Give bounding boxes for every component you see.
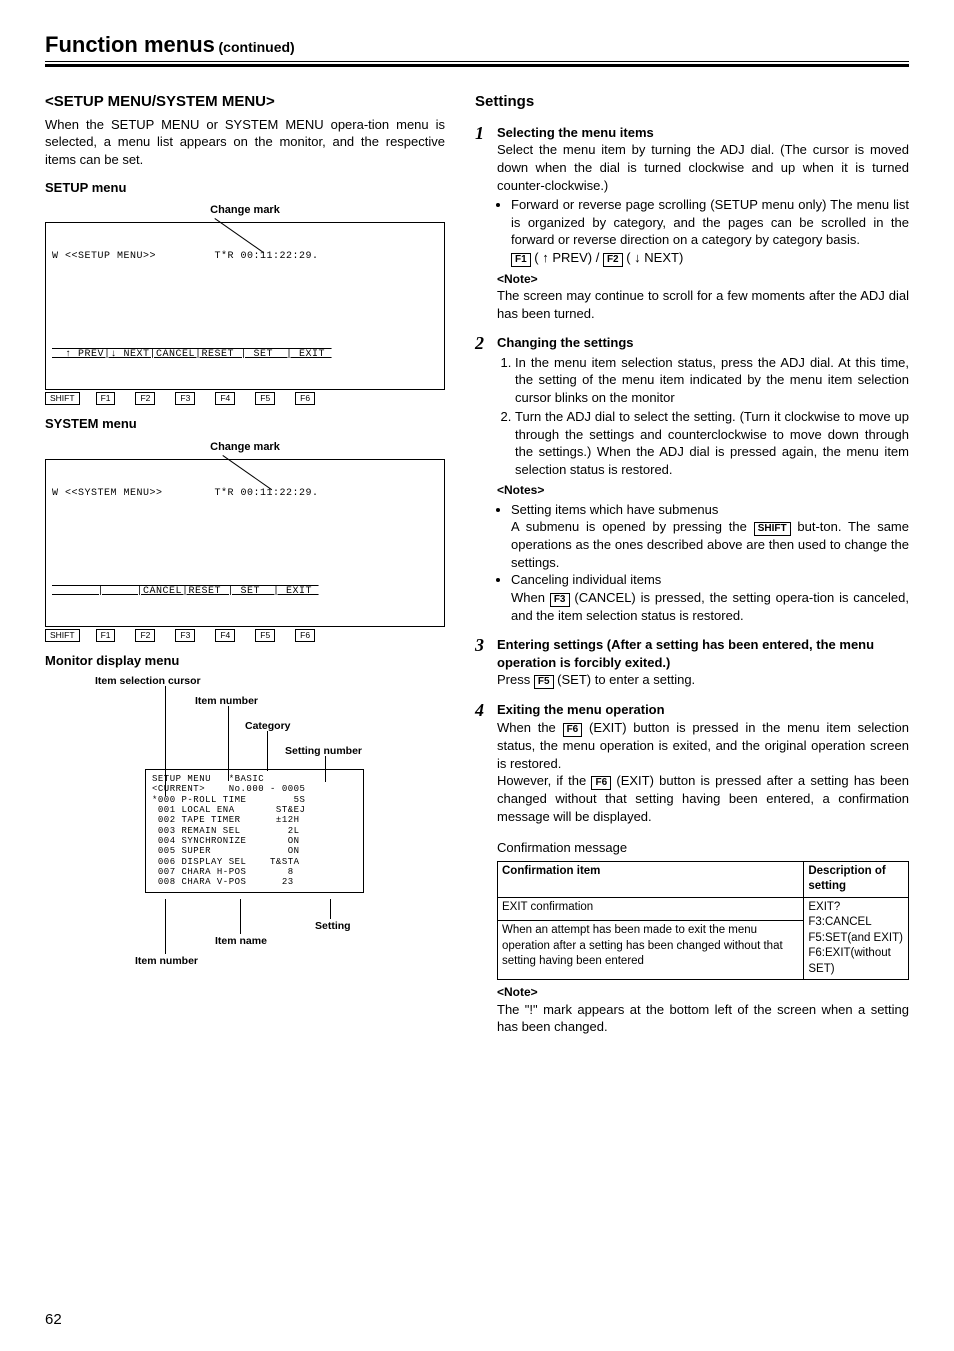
fkey-row-2: SHIFT F1 F2 F3 F4 F5 F6	[45, 629, 445, 642]
system-osd: W <<SYSTEM MENU>> T*R 00:11:22:29. | |CA…	[45, 459, 445, 627]
key-f6-2: F6	[591, 776, 611, 790]
confirmation-table: Confirmation item Description of setting…	[497, 861, 909, 981]
label-item-number-2: Item number	[135, 954, 198, 968]
page-number: 62	[45, 1310, 62, 1330]
setup-menu-label: SETUP menu	[45, 179, 445, 197]
label-item-selection-cursor: Item selection cursor	[95, 674, 201, 688]
label-item-number-1: Item number	[195, 694, 258, 708]
step-4: 4 Exiting the menu operation When the F6…	[475, 701, 909, 1035]
key-f3: F3	[175, 392, 195, 405]
step2-bullet-submenus: Setting items which have submenus A subm…	[511, 501, 909, 572]
step2-bullet-cancel: Canceling individual items When F3 (CANC…	[511, 571, 909, 624]
change-mark-label: Change mark	[210, 204, 280, 216]
step-2: 2 Changing the settings In the menu item…	[475, 334, 909, 624]
system-menu-label: SYSTEM menu	[45, 415, 445, 433]
section-heading: <SETUP MENU/SYSTEM MENU>	[45, 92, 445, 112]
label-item-name: Item name	[215, 934, 267, 948]
key-f4: F4	[215, 392, 235, 405]
monitor-osd: SETUP MENU *BASIC <CURRENT> No.000 - 000…	[145, 769, 364, 893]
settings-heading: Settings	[475, 92, 909, 112]
key-shift: SHIFT	[754, 522, 791, 536]
step1-bullet: Forward or reverse page scrolling (SETUP…	[511, 196, 909, 267]
key-f6: F6	[295, 392, 315, 405]
confirmation-label: Confirmation message	[497, 839, 909, 857]
section-intro: When the SETUP MENU or SYSTEM MENU opera…	[45, 116, 445, 169]
step-1: 1 Selecting the menu items Select the me…	[475, 124, 909, 322]
key-f2: F2	[603, 253, 623, 267]
page-subtitle: (continued)	[219, 39, 295, 55]
monitor-display-label: Monitor display menu	[45, 652, 445, 670]
label-setting: Setting	[315, 919, 351, 933]
setup-osd: W <<SETUP MENU>> T*R 00:11:22:29. ↑ PREV…	[45, 222, 445, 390]
label-setting-number: Setting number	[285, 744, 362, 758]
fkey-row: SHIFT F1 F2 F3 F4 F5 F6	[45, 392, 445, 405]
key-f6: F6	[563, 723, 583, 737]
key-f5: F5	[255, 392, 275, 405]
key-f1: F1	[96, 392, 116, 405]
key-f2: F2	[135, 392, 155, 405]
page-header: Function menus (continued)	[45, 30, 909, 67]
key-f5: F5	[534, 675, 554, 689]
page-title: Function menus	[45, 32, 215, 57]
step-3: 3 Entering settings (After a setting has…	[475, 636, 909, 689]
key-f3: F3	[550, 593, 570, 607]
key-shift: SHIFT	[45, 392, 80, 405]
key-f1: F1	[511, 253, 531, 267]
change-mark-label-2: Change mark	[210, 441, 280, 453]
